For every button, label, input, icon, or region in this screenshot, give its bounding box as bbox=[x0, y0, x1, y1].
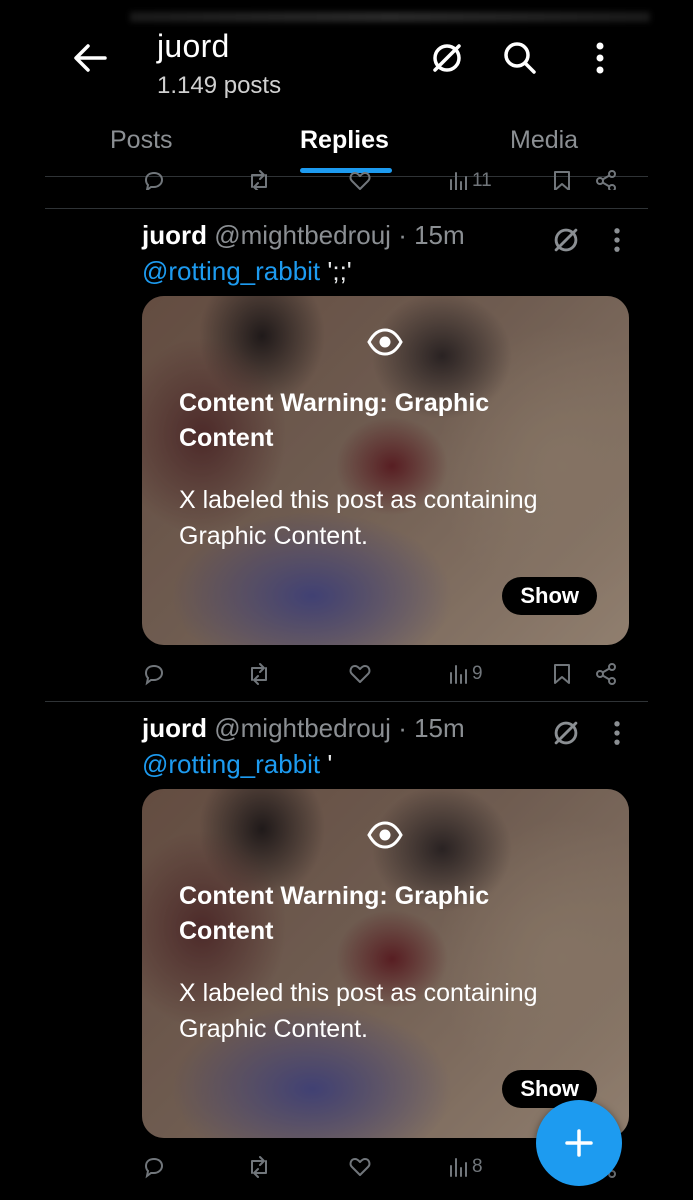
tab-replies[interactable]: Replies bbox=[300, 126, 389, 155]
more-vertical-icon bbox=[614, 721, 620, 745]
plus-icon bbox=[565, 1129, 593, 1157]
tab-posts[interactable]: Posts bbox=[110, 126, 173, 155]
repost-icon bbox=[251, 170, 267, 190]
back-arrow-icon bbox=[74, 44, 107, 72]
repost-button[interactable] bbox=[246, 166, 272, 190]
warning-title: Content Warning: Graphic Content bbox=[179, 389, 490, 452]
views-icon bbox=[450, 172, 467, 190]
views-button[interactable]: 8 bbox=[448, 1152, 483, 1182]
post-time: · 15m bbox=[398, 220, 465, 250]
eye-icon bbox=[367, 328, 403, 356]
author-handle[interactable]: @mightbedrouj bbox=[214, 713, 391, 743]
bookmark-button[interactable] bbox=[552, 166, 572, 190]
views-icon bbox=[450, 1158, 467, 1177]
reply-post[interactable]: juord @mightbedrouj · 15m @rotting_rabbi… bbox=[0, 208, 693, 700]
sensitive-media[interactable]: Content Warning: Graphic Content X label… bbox=[142, 789, 629, 1138]
mention-link[interactable]: @rotting_rabbit bbox=[142, 749, 320, 779]
views-count: 9 bbox=[472, 663, 483, 684]
share-button[interactable] bbox=[594, 659, 618, 689]
grok-icon bbox=[433, 44, 461, 72]
partial-action-row: 11 bbox=[0, 160, 693, 190]
more-options-button[interactable] bbox=[578, 36, 622, 80]
back-button[interactable] bbox=[70, 38, 110, 78]
reply-icon bbox=[144, 664, 164, 686]
eye-icon bbox=[367, 821, 403, 849]
warning-body: X labeled this post as containing Graphi… bbox=[179, 486, 538, 550]
author-handle[interactable]: @mightbedrouj bbox=[214, 220, 391, 250]
reply-icon bbox=[144, 171, 164, 190]
author-name[interactable]: juord bbox=[142, 220, 207, 250]
reply-text: @rotting_rabbit ' bbox=[142, 749, 332, 780]
reply-text: @rotting_rabbit ';;' bbox=[142, 256, 352, 287]
search-icon bbox=[504, 42, 536, 74]
more-vertical-icon bbox=[614, 228, 620, 252]
reply-icon bbox=[144, 1157, 164, 1179]
views-count: 8 bbox=[472, 1156, 483, 1177]
author-name[interactable]: juord bbox=[142, 713, 207, 743]
bookmark-button[interactable] bbox=[552, 659, 572, 689]
reply-button[interactable] bbox=[142, 166, 166, 190]
reply-button[interactable] bbox=[142, 1152, 166, 1182]
repost-icon bbox=[251, 1156, 267, 1178]
share-button[interactable] bbox=[594, 166, 618, 190]
grok-button[interactable] bbox=[425, 36, 469, 80]
views-icon bbox=[450, 665, 467, 684]
action-row: 9 bbox=[142, 659, 622, 689]
repost-button[interactable] bbox=[246, 1152, 272, 1182]
post-more-button[interactable] bbox=[595, 711, 639, 755]
grok-post-button[interactable] bbox=[544, 711, 588, 755]
mention-link[interactable]: @rotting_rabbit bbox=[142, 256, 320, 286]
sensitive-media[interactable]: Content Warning: Graphic Content X label… bbox=[142, 296, 629, 645]
repost-icon bbox=[251, 663, 267, 685]
repost-button[interactable] bbox=[246, 659, 272, 689]
post-meta: juord @mightbedrouj · 15m bbox=[142, 713, 465, 744]
show-button[interactable]: Show bbox=[502, 577, 597, 615]
grok-icon bbox=[554, 228, 578, 252]
like-button[interactable] bbox=[348, 659, 372, 689]
heart-icon bbox=[349, 172, 371, 190]
bookmark-icon bbox=[554, 664, 570, 684]
like-button[interactable] bbox=[348, 166, 372, 190]
warning-title: Content Warning: Graphic Content bbox=[179, 882, 490, 945]
reply-body: ';;' bbox=[320, 256, 352, 286]
post-more-button[interactable] bbox=[595, 218, 639, 262]
views-button[interactable]: 9 bbox=[448, 659, 483, 689]
like-button[interactable] bbox=[348, 1152, 372, 1182]
views-button[interactable]: 11 bbox=[448, 166, 492, 190]
page-title: juord bbox=[157, 28, 230, 64]
post-meta: juord @mightbedrouj · 15m bbox=[142, 220, 465, 251]
tab-media[interactable]: Media bbox=[510, 126, 578, 155]
share-icon bbox=[596, 663, 616, 685]
views-count: 11 bbox=[472, 170, 492, 190]
reply-body: ' bbox=[320, 749, 333, 779]
share-icon bbox=[596, 170, 616, 190]
heart-icon bbox=[349, 1158, 371, 1176]
grok-icon bbox=[554, 721, 578, 745]
reply-button[interactable] bbox=[142, 659, 166, 689]
grok-post-button[interactable] bbox=[544, 218, 588, 262]
post-time: · 15m bbox=[398, 713, 465, 743]
profile-header: juord 1.149 posts bbox=[0, 0, 693, 110]
post-count: 1.149 posts bbox=[157, 72, 282, 99]
warning-body: X labeled this post as containing Graphi… bbox=[179, 979, 538, 1043]
heart-icon bbox=[349, 665, 371, 683]
compose-post-button[interactable] bbox=[536, 1100, 622, 1186]
search-button[interactable] bbox=[498, 36, 542, 80]
bookmark-icon bbox=[554, 171, 570, 190]
more-vertical-icon bbox=[596, 42, 604, 74]
